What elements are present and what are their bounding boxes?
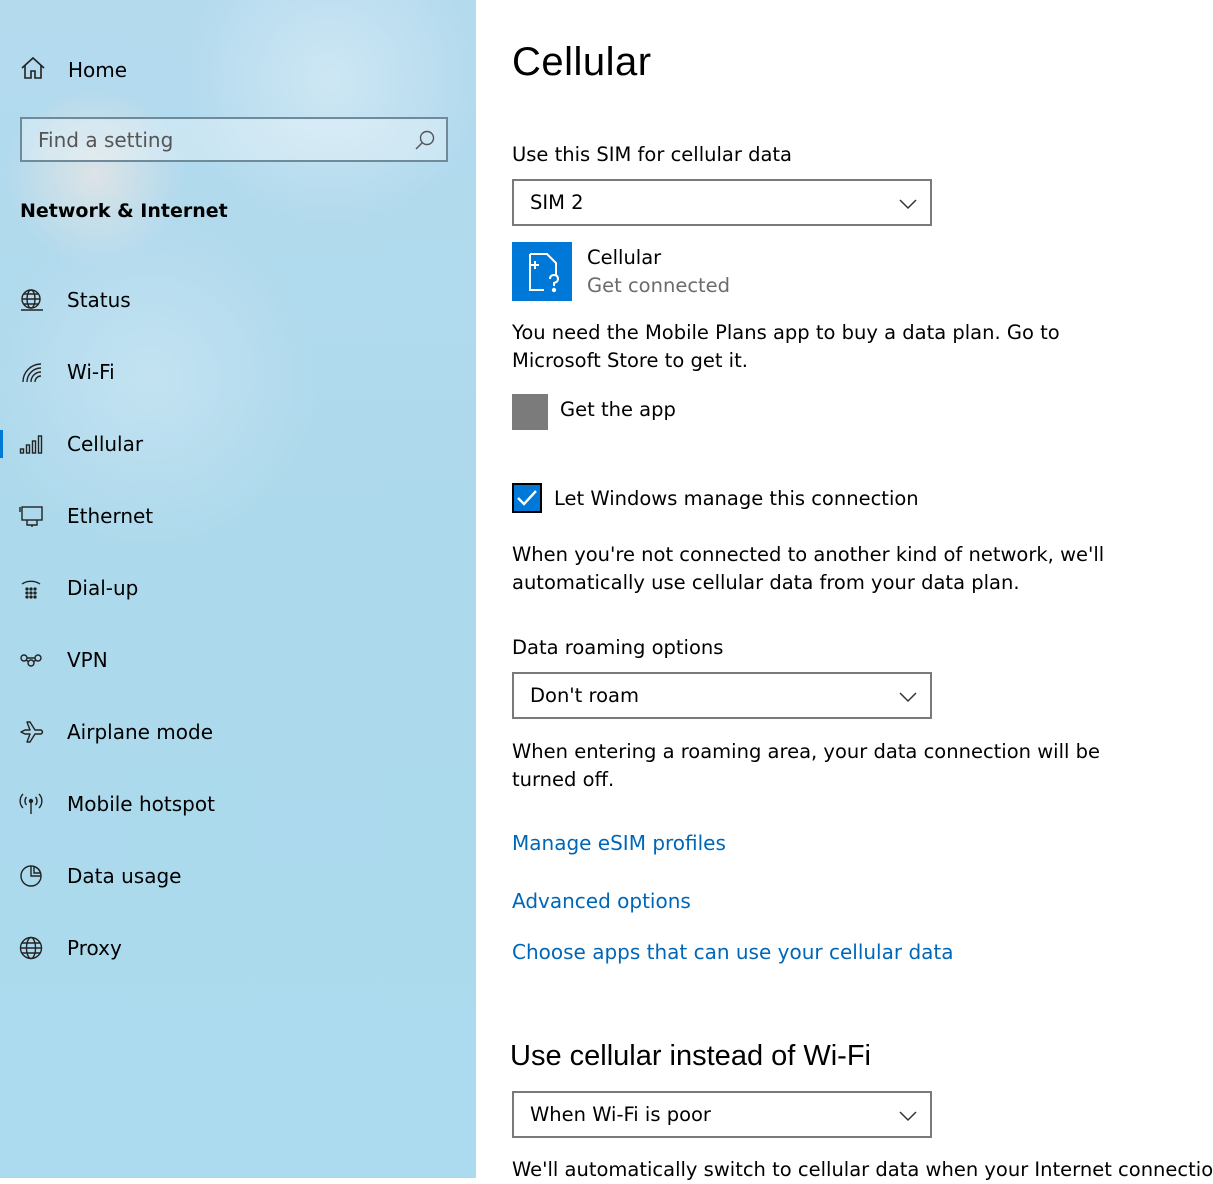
sim-label: Use this SIM for cellular data xyxy=(512,143,792,166)
sidebar-item-proxy[interactable]: Proxy xyxy=(0,924,476,972)
manage-esim-profiles-link[interactable]: Manage eSIM profiles xyxy=(512,831,726,855)
connection-name: Cellular xyxy=(587,246,662,269)
active-indicator xyxy=(0,430,3,458)
search-input[interactable] xyxy=(22,119,408,160)
sidebar-item-data-usage[interactable]: Data usage xyxy=(0,852,476,900)
sidebar-item-label: Proxy xyxy=(67,936,122,960)
sidebar-item-label: Dial-up xyxy=(67,576,139,600)
sidebar-item-airplane-mode[interactable]: Airplane mode xyxy=(0,708,476,756)
sidebar-item-label: Mobile hotspot xyxy=(67,792,215,816)
sim-dropdown-value: SIM 2 xyxy=(530,191,584,214)
get-app-icon[interactable] xyxy=(512,394,548,430)
wifi-fallback-value: When Wi-Fi is poor xyxy=(530,1103,711,1126)
home-button[interactable]: Home xyxy=(20,52,127,88)
home-label: Home xyxy=(68,58,128,82)
chevron-down-icon xyxy=(898,688,918,707)
page-title: Cellular xyxy=(512,40,652,84)
checkmark-icon xyxy=(514,490,540,515)
sidebar: Home Network & Internet Status Wi-Fi xyxy=(0,0,476,1178)
sidebar-item-wifi[interactable]: Wi-Fi xyxy=(0,348,476,396)
roaming-label: Data roaming options xyxy=(512,636,724,659)
sidebar-item-label: Ethernet xyxy=(67,504,154,528)
sidebar-item-status[interactable]: Status xyxy=(0,276,476,324)
sidebar-item-label: Airplane mode xyxy=(67,720,214,744)
sidebar-item-mobile-hotspot[interactable]: Mobile hotspot xyxy=(0,780,476,828)
sidebar-item-label: Data usage xyxy=(67,864,182,888)
roaming-description: When entering a roaming area, your data … xyxy=(512,740,1100,791)
airplane-icon xyxy=(19,720,45,744)
main-content: Cellular Use this SIM for cellular data … xyxy=(476,0,1213,1181)
dialup-phone-icon xyxy=(19,576,45,600)
section-title: Network & Internet xyxy=(20,200,228,222)
cellular-tile xyxy=(512,242,572,301)
sidebar-item-dialup[interactable]: Dial-up xyxy=(0,564,476,612)
search-box[interactable] xyxy=(20,117,448,162)
sidebar-item-label: VPN xyxy=(67,648,108,672)
plan-text: You need the Mobile Plans app to buy a d… xyxy=(512,321,1060,372)
home-icon xyxy=(20,56,46,84)
chevron-down-icon xyxy=(898,1107,918,1126)
globe-status-icon xyxy=(19,288,45,312)
wifi-fallback-description: We'll automatically switch to cellular d… xyxy=(512,1158,1213,1181)
cellular-signal-icon xyxy=(19,432,45,456)
sim-dropdown[interactable]: SIM 2 xyxy=(512,179,932,226)
chevron-down-icon xyxy=(898,195,918,214)
wifi-section-heading: Use cellular instead of Wi-Fi xyxy=(510,1040,871,1072)
sidebar-item-label: Wi-Fi xyxy=(67,360,115,384)
get-app-link[interactable]: Get the app xyxy=(560,396,676,424)
vpn-icon xyxy=(19,648,45,672)
sidebar-item-cellular[interactable]: Cellular xyxy=(0,420,476,468)
sidebar-item-ethernet[interactable]: Ethernet xyxy=(0,492,476,540)
choose-apps-link[interactable]: Choose apps that can use your cellular d… xyxy=(512,940,954,964)
wifi-icon xyxy=(19,360,45,384)
advanced-options-link[interactable]: Advanced options xyxy=(512,889,691,913)
sidebar-item-label: Cellular xyxy=(67,432,144,456)
sidebar-item-label: Status xyxy=(67,288,131,312)
search-icon[interactable] xyxy=(414,129,436,155)
roaming-dropdown[interactable]: Don't roam xyxy=(512,672,932,719)
manage-connection-description: When you're not connected to another kin… xyxy=(512,543,1105,594)
manage-connection-checkbox[interactable] xyxy=(512,483,542,513)
wifi-fallback-dropdown[interactable]: When Wi-Fi is poor xyxy=(512,1091,932,1138)
globe-icon xyxy=(19,936,45,960)
connection-status: Get connected xyxy=(587,274,731,297)
hotspot-icon xyxy=(19,792,45,816)
pie-chart-icon xyxy=(19,864,45,888)
sim-card-icon xyxy=(512,253,572,305)
sidebar-item-vpn[interactable]: VPN xyxy=(0,636,476,684)
manage-connection-label[interactable]: Let Windows manage this connection xyxy=(554,485,919,513)
roaming-dropdown-value: Don't roam xyxy=(530,684,639,707)
ethernet-icon xyxy=(19,504,45,528)
